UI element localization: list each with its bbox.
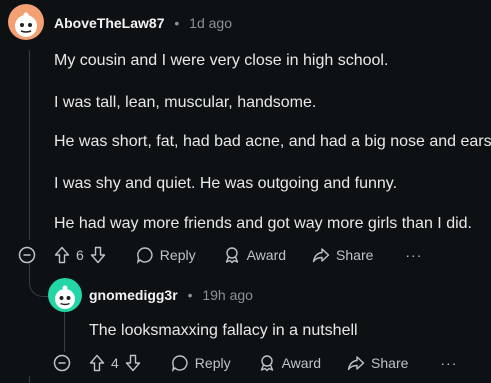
thread-line: [29, 50, 30, 240]
share-label: Share: [371, 355, 409, 371]
separator-dot: •: [187, 287, 193, 303]
downvote-icon[interactable]: [125, 354, 141, 372]
more-icon[interactable]: ···: [405, 247, 422, 263]
award-button[interactable]: Award: [258, 354, 321, 372]
reply-label: Reply: [159, 247, 196, 263]
reply-icon: [171, 354, 189, 372]
comment-paragraph: He had way more friends and got way more…: [54, 215, 472, 232]
award-button[interactable]: Award: [223, 246, 286, 264]
reply-button[interactable]: Reply: [136, 246, 196, 264]
comment-paragraph: He was short, fat, had bad acne, and had…: [54, 133, 491, 150]
collapse-icon[interactable]: [18, 246, 36, 264]
comment-meta: AboveTheLaw87 • 1d ago: [54, 15, 232, 31]
share-icon: [312, 246, 330, 264]
comment-actions: 6 Reply Award Share ···: [18, 246, 422, 264]
reply-label: Reply: [194, 355, 231, 371]
vote-controls: 4: [89, 354, 141, 372]
vote-count: 6: [76, 247, 84, 263]
separator-dot: •: [174, 15, 180, 31]
comment-paragraph: I was shy and quiet. He was outgoing and…: [54, 175, 398, 192]
comment-paragraph: My cousin and I were very close in high …: [54, 52, 389, 69]
reply-button[interactable]: Reply: [171, 354, 231, 372]
downvote-icon[interactable]: [90, 246, 106, 264]
share-icon: [347, 354, 365, 372]
avatar[interactable]: [8, 4, 44, 40]
reply-timestamp[interactable]: 19h ago: [202, 287, 253, 303]
award-label: Award: [281, 355, 322, 371]
comment-paragraph: I was tall, lean, muscular, handsome.: [54, 94, 317, 111]
upvote-icon[interactable]: [89, 354, 105, 372]
username[interactable]: AboveTheLaw87: [54, 15, 164, 31]
reply-username[interactable]: gnomedigg3r: [89, 287, 178, 303]
award-icon: [223, 246, 241, 264]
reply-body: The looksmaxxing fallacy in a nutshell: [89, 322, 358, 339]
reply-meta: gnomedigg3r • 19h ago: [89, 287, 253, 303]
reply-thread-line: [64, 312, 65, 352]
timestamp[interactable]: 1d ago: [189, 15, 232, 31]
vote-controls: 6: [54, 246, 106, 264]
thread-connector: [29, 262, 50, 297]
award-label: Award: [246, 247, 287, 263]
collapse-icon[interactable]: [53, 354, 71, 372]
vote-count: 4: [111, 355, 119, 371]
share-button[interactable]: Share: [347, 354, 408, 372]
reply-avatar[interactable]: [48, 278, 82, 312]
reply-actions: 4 Reply Award Share ···: [53, 354, 457, 372]
award-icon: [258, 354, 276, 372]
thread-line-tail: [29, 376, 30, 383]
share-label: Share: [336, 247, 374, 263]
reply-icon: [136, 246, 154, 264]
more-icon[interactable]: ···: [440, 355, 457, 371]
upvote-icon[interactable]: [54, 246, 70, 264]
share-button[interactable]: Share: [312, 246, 373, 264]
